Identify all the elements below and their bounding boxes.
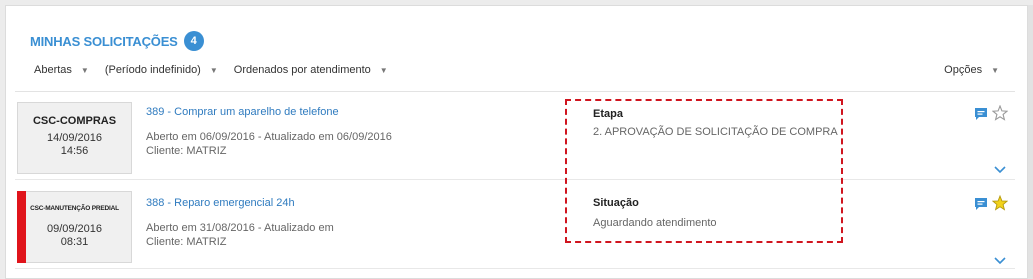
ticket-meta: Aberto em 31/08/2016 - Atualizado em Cli… [146, 221, 334, 249]
card-date: 14/09/2016 [46, 132, 103, 144]
chat-bubble-icon[interactable] [974, 197, 988, 211]
order-filter-label: Ordenados por atendimento [233, 64, 371, 76]
card-time: 14:56 [60, 145, 89, 157]
options-menu[interactable]: Opções ▼ [944, 64, 999, 76]
caret-down-icon: ▼ [209, 65, 218, 75]
options-label: Opções [944, 64, 983, 76]
chevron-down-icon[interactable] [993, 255, 1007, 265]
status-filter[interactable]: Abertas ▼ [34, 64, 89, 76]
chat-bubble-icon[interactable] [974, 107, 988, 121]
category-card: CSC-MANUTENÇÃO PREDIAL 09/09/2016 08:31 [17, 191, 132, 263]
status-filter-label: Abertas [34, 64, 72, 76]
list-item: CSC-MANUTENÇÃO PREDIAL 09/09/2016 08:31 … [15, 181, 1015, 269]
card-date: 09/09/2016 [46, 223, 103, 235]
star-icon[interactable] [992, 105, 1008, 121]
ticket-client: Cliente: MATRIZ [146, 145, 227, 157]
chevron-down-icon[interactable] [993, 164, 1007, 174]
card-time: 08:31 [60, 236, 89, 248]
ticket-dates: Aberto em 06/09/2016 - Atualizado em 06/… [146, 131, 392, 143]
request-list: CSC-COMPRAS 14/09/2016 14:56 389 - Compr… [15, 91, 1015, 274]
count-badge: 4 [183, 31, 204, 51]
panel-header: MINHAS SOLICITAÇÕES 4 [30, 28, 204, 54]
list-item: CSC-COMPRAS 14/09/2016 14:56 389 - Compr… [15, 92, 1015, 180]
ticket-meta: Aberto em 06/09/2016 - Atualizado em 06/… [146, 130, 392, 158]
highlight-box [565, 99, 843, 243]
star-icon[interactable] [992, 195, 1008, 211]
scrollbar[interactable] [1028, 5, 1033, 279]
ticket-title-link[interactable]: 388 - Reparo emergencial 24h [146, 197, 295, 209]
ticket-title-link[interactable]: 389 - Comprar um aparelho de telefone [146, 106, 339, 118]
priority-bar [17, 191, 26, 263]
caret-down-icon: ▼ [80, 65, 89, 75]
caret-down-icon: ▼ [379, 65, 388, 75]
order-filter[interactable]: Ordenados por atendimento ▼ [234, 64, 388, 76]
filter-bar: Abertas ▼ (Período indefinido) ▼ Ordenad… [34, 64, 404, 76]
category-label: CSC-MANUTENÇÃO PREDIAL [30, 205, 119, 212]
period-filter-label: (Período indefinido) [104, 64, 201, 76]
page-title: MINHAS SOLICITAÇÕES [30, 33, 178, 49]
category-label: CSC-COMPRAS [32, 115, 117, 127]
ticket-client: Cliente: MATRIZ [146, 236, 227, 248]
caret-down-icon: ▼ [991, 65, 999, 75]
period-filter[interactable]: (Período indefinido) ▼ [105, 64, 218, 76]
category-card: CSC-COMPRAS 14/09/2016 14:56 [17, 102, 132, 174]
ticket-dates: Aberto em 31/08/2016 - Atualizado em [146, 222, 334, 234]
